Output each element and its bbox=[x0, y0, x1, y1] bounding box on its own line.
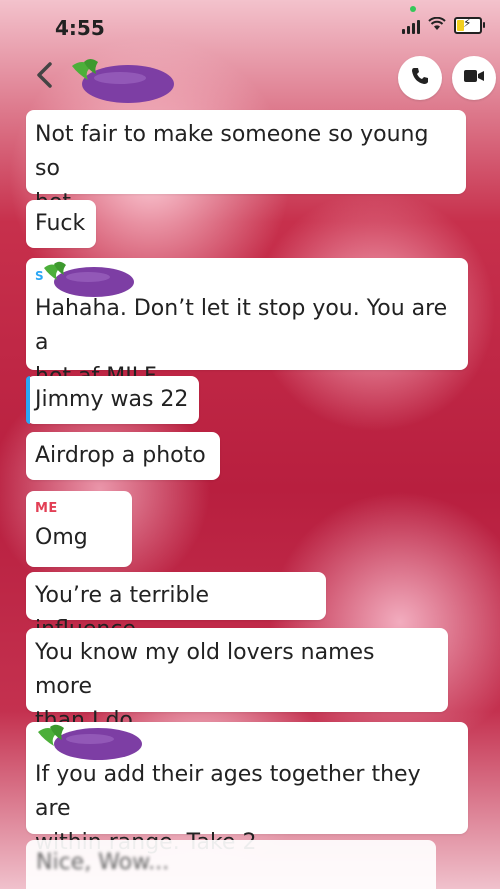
message-bubble[interactable]: If you add their ages together they are … bbox=[26, 722, 468, 855]
message-text: Airdrop a photo bbox=[35, 443, 206, 468]
sender-label: ME bbox=[35, 501, 58, 516]
call-button[interactable] bbox=[398, 56, 442, 100]
chevron-left-icon[interactable] bbox=[32, 60, 62, 90]
reply-accent-bar bbox=[26, 376, 30, 424]
status-bar: 4:55 ⚡ bbox=[0, 0, 500, 56]
message-bubble[interactable]: Jimmy was 22 bbox=[26, 376, 199, 424]
message-bubble-partial[interactable]: Nice, Wow... bbox=[26, 840, 436, 889]
message-bubble[interactable]: Airdrop a photo bbox=[26, 432, 220, 480]
message-text: Fuck bbox=[35, 211, 86, 236]
phone-icon bbox=[410, 66, 430, 90]
message-bubble[interactable]: ME Omg bbox=[26, 491, 132, 567]
video-call-button[interactable] bbox=[452, 56, 496, 100]
video-camera-icon bbox=[463, 68, 485, 88]
eggplant-avatar-icon bbox=[40, 260, 136, 311]
message-bubble[interactable]: Not fair to make someone so young so hot bbox=[26, 110, 466, 215]
message-text: Jimmy was 22 bbox=[35, 387, 189, 412]
message-text: Not fair to make someone so young so bbox=[35, 122, 429, 181]
camera-indicator bbox=[410, 6, 416, 12]
chat-header bbox=[0, 56, 500, 103]
eggplant-avatar-icon bbox=[34, 722, 146, 775]
wifi-icon bbox=[428, 16, 446, 34]
message-text: Omg bbox=[35, 525, 88, 550]
status-time: 4:55 bbox=[55, 16, 105, 40]
battery-icon: ⚡ bbox=[454, 16, 485, 34]
message-text: Nice, Wow... bbox=[36, 850, 170, 875]
message-bubble[interactable]: Fuck bbox=[26, 200, 96, 248]
eggplant-avatar-icon[interactable] bbox=[68, 56, 174, 106]
message-text: hot bbox=[35, 186, 456, 220]
message-bubble[interactable]: S Hahaha. Don’t let it stop you. You are… bbox=[26, 258, 468, 389]
message-bubble[interactable]: You know my old lovers names more than I… bbox=[26, 628, 448, 733]
message-bubble[interactable]: You’re a terrible influence bbox=[26, 572, 326, 642]
message-text: You know my old lovers names more bbox=[35, 640, 375, 699]
status-icons: ⚡ bbox=[402, 16, 485, 34]
signal-icon bbox=[402, 18, 420, 34]
